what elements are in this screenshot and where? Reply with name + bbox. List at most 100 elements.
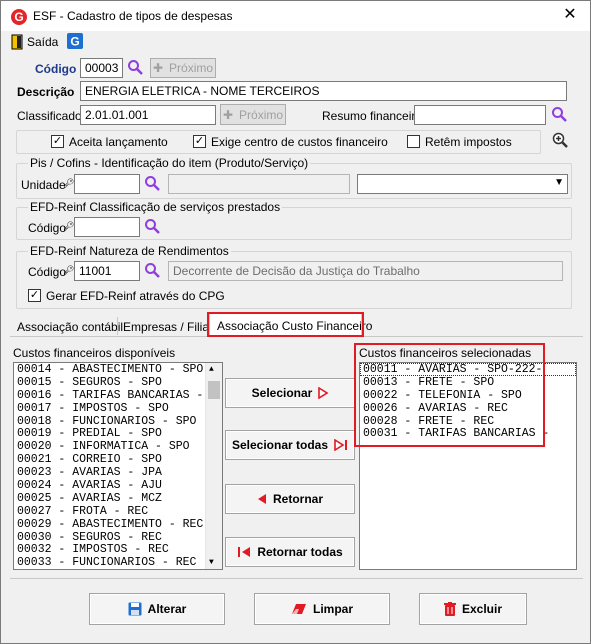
available-list[interactable]: 00014 - ABASTECIMENTO - SPO 00015 - SEGUR… (13, 362, 223, 570)
close-icon[interactable]: ✕ (560, 5, 580, 25)
classificador-input[interactable]: 2.01.01.001 (80, 105, 216, 125)
retornar-todas-label: Retornar todas (257, 545, 343, 559)
save-disk-icon (128, 602, 142, 616)
search-resumo-icon[interactable] (551, 106, 567, 122)
proximo-label: Próximo (239, 107, 284, 122)
search-unidade-icon[interactable] (144, 175, 160, 191)
tab-empresas-filiais[interactable]: Empresas / Filiais (123, 320, 218, 334)
selecionar-button[interactable]: Selecionar (225, 378, 355, 408)
limpar-button[interactable]: Limpar (254, 593, 390, 625)
list-item[interactable]: 00030 - SEGUROS - REC (14, 531, 222, 544)
eraser-icon (291, 604, 306, 614)
proximo-label: Próximo (169, 61, 214, 75)
list-item[interactable]: 00032 - IMPOSTOS - REC (14, 543, 222, 557)
search-efd-class-icon[interactable] (144, 218, 160, 234)
proximo-classificador-button[interactable]: ✚ Próximo (220, 104, 286, 125)
list-item[interactable]: 00024 - AVARIAS - AJU (14, 479, 222, 492)
pis-cofins-caption: Pis / Cofins - Identificação do item (Pr… (28, 156, 311, 170)
unidade-input[interactable] (74, 174, 140, 194)
title-bar: G ESF - Cadastro de tipos de despesas ✕ (1, 1, 590, 31)
list-item[interactable]: 00017 - IMPOSTOS - SPO (14, 402, 222, 415)
resumo-input[interactable] (414, 105, 546, 125)
svg-text:G: G (14, 10, 23, 24)
list-item[interactable]: 00016 - TARIFAS BANCARIAS - (14, 389, 222, 402)
classificador-label: Classificador (17, 109, 86, 123)
gerar-efd-label: Gerar EFD-Reinf através do CPG (46, 289, 225, 303)
scroll-down-icon[interactable]: ▼ (209, 558, 214, 567)
retem-checkbox[interactable] (407, 135, 420, 148)
limpar-label: Limpar (312, 602, 353, 616)
excluir-button[interactable]: Excluir (419, 593, 527, 625)
selecionar-todas-label: Selecionar todas (231, 438, 329, 452)
efd-nat-codigo-input[interactable]: 11001 (74, 261, 140, 281)
exit-button[interactable]: Saída (9, 34, 59, 52)
excluir-label: Excluir (461, 602, 503, 616)
scroll-up-icon[interactable]: ▲ (209, 365, 214, 374)
selecionar-label: Selecionar (251, 386, 313, 400)
selecionar-todas-button[interactable]: Selecionar todas (225, 430, 355, 460)
main-window: G ESF - Cadastro de tipos de despesas ✕ … (0, 0, 591, 644)
window-title: ESF - Cadastro de tipos de despesas (33, 9, 233, 23)
efd-class-codigo-input[interactable] (74, 217, 140, 237)
arrow-left-end-icon (238, 547, 251, 557)
dropdown-arrow-icon: ▼ (554, 177, 564, 188)
list-item[interactable]: 00023 - AVARIAS - JPA (14, 466, 222, 479)
plus-icon: ✚ (152, 61, 164, 75)
efd-nat-codigo-label: Código (28, 265, 67, 279)
list-item[interactable]: 00015 - SEGUROS - SPO (14, 376, 222, 389)
exige-checkbox[interactable]: ✓ (193, 135, 206, 148)
plus-icon: ✚ (222, 107, 234, 122)
arrow-right-end-icon (334, 439, 348, 451)
unidade-label: Unidade (21, 178, 66, 192)
aceita-label: Aceita lançamento (69, 135, 168, 149)
key-icon: 🔑︎ (63, 221, 75, 231)
gerar-efd-checkbox[interactable]: ✓ (28, 289, 41, 302)
efd-natureza-caption: EFD-Reinf Natureza de Rendimentos (28, 244, 231, 258)
svg-text:G: G (70, 35, 79, 49)
available-scrollbar[interactable]: ▲ ▼ (205, 363, 222, 569)
proximo-codigo-button[interactable]: ✚ Próximo (150, 58, 216, 78)
arrow-right-icon (318, 387, 329, 399)
list-item[interactable]: 00018 - FUNCIONARIOS - SPO (14, 415, 222, 428)
app-small-logo-icon[interactable]: G (67, 33, 83, 49)
aceita-checkbox[interactable]: ✓ (51, 135, 64, 148)
retornar-todas-button[interactable]: Retornar todas (225, 537, 355, 567)
search-efd-nat-icon[interactable] (144, 262, 160, 278)
list-item[interactable]: 00020 - INFORMATICA - SPO (14, 440, 222, 453)
exit-door-icon (11, 34, 23, 50)
list-item[interactable]: 00025 - AVARIAS - MCZ (14, 492, 222, 505)
descricao-label: Descrição (17, 85, 75, 99)
highlight-box-selected (354, 343, 545, 447)
descricao-input[interactable]: ENERGIA ELETRICA - NOME TERCEIROS (80, 81, 567, 101)
pis-cofins-select[interactable]: ▼ (357, 174, 568, 194)
search-codigo-icon[interactable] (127, 59, 143, 75)
exige-label: Exige centro de custos financeiro (211, 135, 388, 149)
scroll-thumb[interactable] (208, 381, 220, 399)
retem-label: Retêm impostos (425, 135, 512, 149)
codigo-label: Código (35, 62, 77, 76)
list-item[interactable]: 00021 - CORREIO - SPO (14, 453, 222, 466)
list-item[interactable]: 00029 - ABASTECIMENTO - REC (14, 518, 222, 531)
key-icon: 🔑︎ (63, 265, 75, 275)
trash-icon (443, 602, 456, 616)
efd-nat-description: Decorrente de Decisão da Justiça do Trab… (168, 261, 563, 281)
arrow-left-icon (257, 494, 266, 504)
list-item[interactable]: 00014 - ABASTECIMENTO - SPO (14, 363, 222, 376)
exit-label: Saída (27, 35, 59, 49)
highlight-box-tab (207, 312, 364, 337)
resumo-label: Resumo financeiro (322, 109, 423, 123)
available-rows: 00014 - ABASTECIMENTO - SPO 00015 - SEGUR… (14, 363, 222, 569)
alterar-button[interactable]: Alterar (89, 593, 225, 625)
tab-associacao-contabil[interactable]: Associação contábil (17, 320, 123, 334)
retornar-button[interactable]: Retornar (225, 484, 355, 514)
codigo-input[interactable]: 00003 (80, 58, 123, 78)
list-item[interactable]: 00033 - FUNCIONARIOS - REC (14, 556, 222, 569)
list-item[interactable]: 00019 - PREDIAL - SPO (14, 427, 222, 441)
footer-divider (10, 578, 583, 579)
list-item[interactable]: 00027 - FROTA - REC (14, 505, 222, 518)
zoom-in-icon[interactable] (552, 132, 568, 148)
retornar-label: Retornar (272, 492, 323, 506)
available-caption: Custos financeiros disponíveis (13, 346, 176, 360)
unidade-description (168, 174, 350, 194)
efd-class-codigo-label: Código (28, 221, 67, 235)
